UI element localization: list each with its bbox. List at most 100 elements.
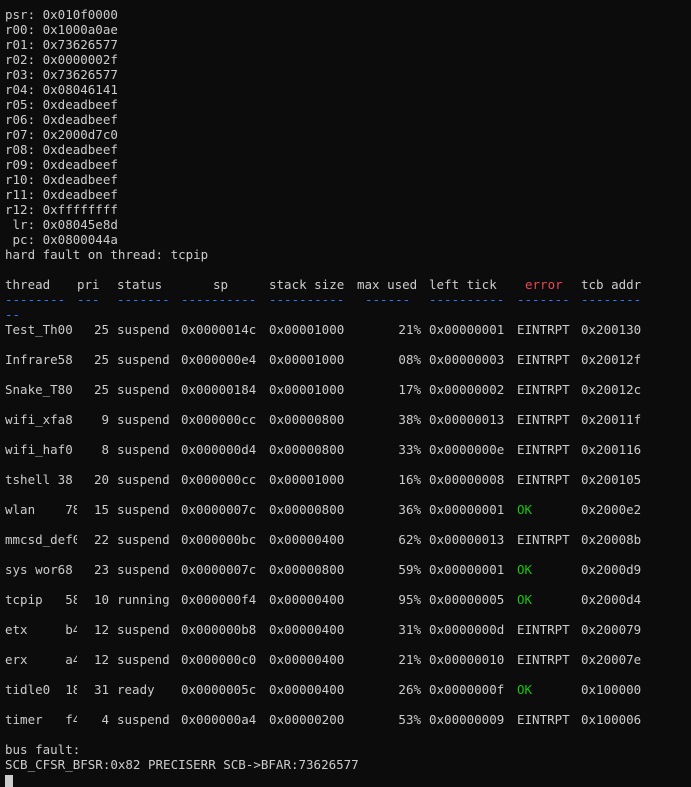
thread-left-tick: 0x00000003	[429, 352, 505, 367]
prompt-line[interactable]	[5, 772, 691, 787]
header-stack-size: stack size	[269, 277, 345, 292]
thread-status: running	[117, 592, 170, 607]
thread-pri: 22	[93, 532, 109, 547]
thread-status: suspend	[117, 322, 170, 337]
thread-status: suspend	[117, 382, 170, 397]
table-row: tcpip 58 10 running 0x000000f4 0x00000400 95%…	[5, 592, 689, 622]
separator-status: -------	[117, 292, 170, 307]
register-line: r05: 0xdeadbeef	[5, 97, 118, 112]
thread-error: EINTRPT	[517, 352, 570, 367]
thread-max-used: 53%	[398, 712, 421, 727]
thread-sp: 0x000000bc	[181, 532, 257, 547]
register-line: r04: 0x08046141	[5, 82, 118, 97]
thread-status: suspend	[117, 412, 170, 427]
header-tcb-addr: tcb addr	[581, 277, 642, 292]
thread-name: Test_Th00	[5, 322, 73, 337]
separator-thread: -------- --	[5, 292, 66, 322]
register-dump: psr: 0x010f0000 r00: 0x1000a0ae r01: 0x736…	[5, 7, 691, 247]
thread-tcb-addr: 0x20007e	[581, 652, 642, 667]
thread-sp: 0x000000a4	[181, 712, 257, 727]
thread-status: suspend	[117, 442, 170, 457]
separator-max-used: ------	[365, 292, 411, 307]
register-line: r08: 0xdeadbeef	[5, 142, 118, 157]
separator-sp: ----------	[181, 292, 257, 307]
thread-name: sys wor68	[5, 562, 73, 577]
thread-stack-size: 0x00000400	[269, 652, 345, 667]
thread-left-tick: 0x00000001	[429, 562, 505, 577]
thread-status: suspend	[117, 502, 170, 517]
thread-sp: 0x000000f4	[181, 592, 257, 607]
thread-left-tick: 0x00000010	[429, 652, 505, 667]
thread-sp: 0x000000b8	[181, 622, 257, 637]
thread-sp: 0x0000007c	[181, 502, 257, 517]
thread-tcb-addr: 0x20012c	[581, 382, 642, 397]
thread-stack-size: 0x00000400	[269, 682, 345, 697]
thread-stack-size: 0x00000400	[269, 532, 345, 547]
thread-stack-size: 0x00000200	[269, 712, 345, 727]
thread-left-tick: 0x00000001	[429, 502, 505, 517]
thread-name: wlan 78	[5, 502, 77, 517]
thread-left-tick: 0x0000000d	[429, 622, 505, 637]
thread-left-tick: 0x00000001	[429, 322, 505, 337]
thread-tcb-addr: 0x20008b	[581, 532, 642, 547]
header-pri: pri	[77, 277, 100, 292]
register-line: r10: 0xdeadbeef	[5, 172, 118, 187]
bus-fault-label: bus fault:	[5, 742, 81, 757]
table-row: etx b4 12 suspend 0x000000b8 0x00000400 31% 0x…	[5, 622, 689, 652]
thread-max-used: 21%	[398, 652, 421, 667]
thread-tcb-addr: 0x100006	[581, 712, 642, 727]
register-line: r02: 0x0000002f	[5, 52, 118, 67]
register-line: r11: 0xdeadbeef	[5, 187, 118, 202]
thread-left-tick: 0x00000005	[429, 592, 505, 607]
thread-max-used: 95%	[398, 592, 421, 607]
thread-tcb-addr: 0x2000e2	[581, 502, 642, 517]
thread-sp: 0x000000e4	[181, 352, 257, 367]
register-line: r03: 0x73626577	[5, 67, 118, 82]
thread-tcb-addr: 0x20011f	[581, 412, 642, 427]
thread-stack-size: 0x00000800	[269, 412, 345, 427]
table-row: wifi_haf0 8 suspend 0x000000d4 0x00000800 33%…	[5, 442, 689, 472]
thread-tcb-addr: 0x200130	[581, 322, 642, 337]
terminal-output[interactable]: psr: 0x010f0000 r00: 0x1000a0ae r01: 0x736…	[5, 7, 691, 787]
table-separator-row: -------- -- --- ------- ---------- -----…	[5, 292, 689, 322]
thread-error: OK	[517, 502, 533, 517]
thread-error: OK	[517, 562, 533, 577]
thread-name: timer f4	[5, 712, 77, 727]
thread-stack-size: 0x00000400	[269, 592, 345, 607]
table-header-row: thread pri status sp stack size max used…	[5, 277, 689, 292]
separator-left-tick: ----------	[429, 292, 505, 307]
separator-pri: ---	[77, 292, 100, 307]
thread-name: mmcsd_def0	[5, 532, 77, 547]
thread-sp: 0x0000007c	[181, 562, 257, 577]
thread-pri: 4	[101, 712, 109, 727]
table-row: sys wor68 23 suspend 0x0000007c 0x00000800 59…	[5, 562, 689, 592]
thread-tcb-addr: 0x2000d9	[581, 562, 642, 577]
thread-sp: 0x000000d4	[181, 442, 257, 457]
thread-max-used: 33%	[398, 442, 421, 457]
thread-max-used: 59%	[398, 562, 421, 577]
thread-stack-size: 0x00000800	[269, 442, 345, 457]
thread-max-used: 62%	[398, 532, 421, 547]
thread-pri: 23	[93, 562, 109, 577]
register-line: r00: 0x1000a0ae	[5, 22, 118, 37]
thread-error: EINTRPT	[517, 472, 570, 487]
thread-stack-size: 0x00001000	[269, 472, 345, 487]
thread-tcb-addr: 0x200079	[581, 622, 642, 637]
thread-error: EINTRPT	[517, 652, 570, 667]
table-row: tshell 38 20 suspend 0x000000cc 0x00001000 16…	[5, 472, 689, 502]
thread-left-tick: 0x00000013	[429, 412, 505, 427]
thread-error: OK	[517, 682, 533, 697]
thread-error: EINTRPT	[517, 712, 570, 727]
thread-error: EINTRPT	[517, 382, 570, 397]
thread-tcb-addr: 0x200105	[581, 472, 642, 487]
thread-pri: 12	[93, 622, 109, 637]
thread-pri: 25	[93, 352, 109, 367]
bus-fault-detail: SCB_CFSR_BFSR:0x82 PRECISERR SCB->BFAR:7…	[5, 757, 359, 772]
hard-fault-message: hard fault on thread: tcpip	[5, 247, 209, 262]
thread-pri: 12	[93, 652, 109, 667]
thread-pri: 10	[93, 592, 109, 607]
thread-max-used: 16%	[398, 472, 421, 487]
register-line: pc: 0x0800044a	[5, 232, 118, 247]
thread-left-tick: 0x0000000f	[429, 682, 505, 697]
register-line: psr: 0x010f0000	[5, 7, 118, 22]
